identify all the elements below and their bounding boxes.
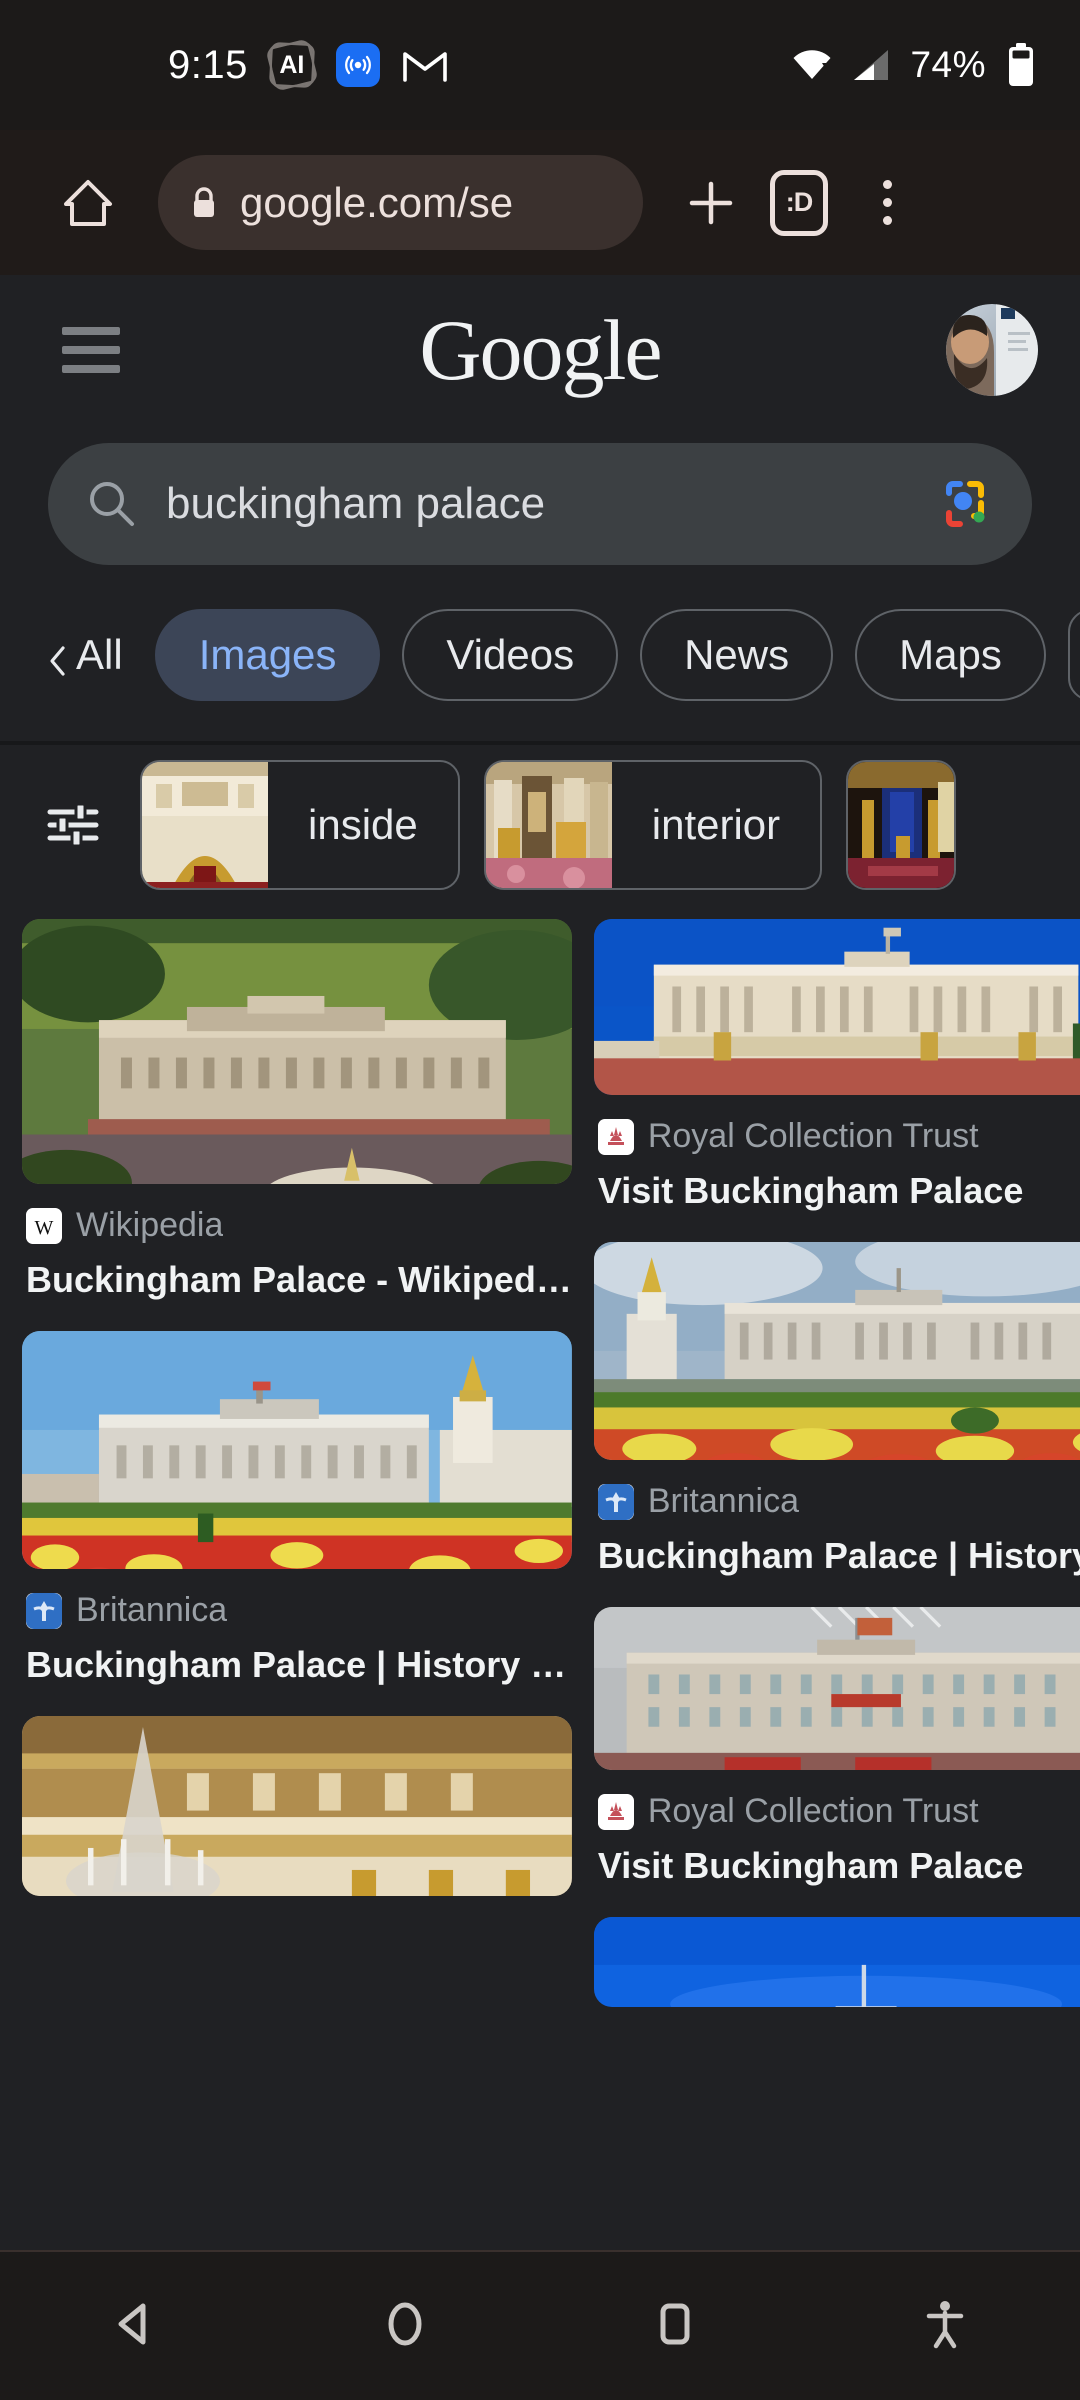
- image-results-grid: W Wikipedia Buckingham Palace - Wikiped…: [0, 919, 1080, 2007]
- result-source: Britannica: [76, 1591, 228, 1629]
- google-logo: Google: [419, 302, 662, 398]
- gmail-icon: [402, 46, 448, 84]
- result-source-row: Britannica: [594, 1482, 1080, 1521]
- tab-images[interactable]: Images: [154, 609, 381, 701]
- chip-thumbnail: [142, 762, 268, 888]
- search-box[interactable]: [48, 443, 1032, 565]
- tab-count: :D: [770, 169, 828, 236]
- britannica-favicon: [26, 1592, 62, 1629]
- search-icon: [86, 478, 138, 530]
- result-source: Royal Collection Trust: [647, 1117, 979, 1155]
- royal-collection-trust-favicon: [597, 1793, 634, 1830]
- avatar[interactable]: [946, 304, 1038, 396]
- image-result-card[interactable]: W Wikipedia Buckingham Palace - Wikiped…: [22, 919, 572, 1301]
- three-dot-icon: [882, 180, 892, 225]
- nav-back-button[interactable]: [0, 2252, 270, 2400]
- nav-home-button[interactable]: [270, 2252, 540, 2400]
- filter-chip-interior[interactable]: interior: [483, 760, 823, 890]
- result-thumbnail[interactable]: [593, 1242, 1080, 1460]
- image-result-card[interactable]: Royal Collection Trust Visit Buckingham …: [593, 1607, 1080, 1887]
- status-bar: 9:15 AI 74%: [0, 0, 1080, 130]
- search-input[interactable]: [166, 479, 908, 529]
- filter-chip-inside[interactable]: inside: [140, 760, 460, 890]
- chevron-left-icon: [48, 639, 66, 676]
- chip-label: interior: [651, 801, 781, 848]
- result-source: Britannica: [647, 1482, 800, 1520]
- result-source-row: Royal Collection Trust: [594, 1117, 1080, 1156]
- filter-chip-row: inside interior: [0, 745, 1080, 905]
- britannica-favicon: [597, 1483, 634, 1520]
- tab-news[interactable]: News: [640, 609, 834, 701]
- chip-label: inside: [308, 801, 418, 848]
- results-column-left: W Wikipedia Buckingham Palace - Wikiped…: [22, 919, 572, 2007]
- battery-percent: 74%: [910, 44, 986, 85]
- nav-accessibility-button[interactable]: [810, 2252, 1080, 2400]
- result-thumbnail[interactable]: [22, 919, 572, 1184]
- tune-filter-icon[interactable]: [40, 792, 106, 858]
- overflow-menu-button[interactable]: [843, 159, 931, 247]
- result-source: Royal Collection Trust: [647, 1792, 979, 1830]
- url-bar[interactable]: google.com/se: [158, 155, 643, 250]
- chip-thumbnail: [485, 762, 612, 888]
- result-source-row: W Wikipedia: [22, 1206, 572, 1245]
- tab-videos[interactable]: Videos: [402, 609, 619, 701]
- result-thumbnail[interactable]: [22, 1331, 572, 1569]
- cast-active-icon: [335, 43, 380, 87]
- result-title: Buckingham Palace - Wikiped…: [26, 1259, 572, 1300]
- tab-switcher-button[interactable]: :D: [755, 159, 843, 247]
- result-source: Wikipedia: [76, 1206, 224, 1244]
- google-header: Google: [0, 275, 1080, 425]
- clock: 9:15: [168, 42, 248, 87]
- wifi-icon: [792, 49, 832, 81]
- tab-maps[interactable]: Maps: [855, 609, 1046, 701]
- tab-all[interactable]: All: [48, 631, 133, 679]
- new-tab-button[interactable]: [667, 159, 755, 247]
- result-title: Buckingham Palace | History …: [597, 1535, 1080, 1576]
- status-bar-left: 9:15 AI: [168, 0, 448, 130]
- result-source-row: Britannica: [22, 1591, 572, 1630]
- result-title: Visit Buckingham Palace: [597, 1845, 1024, 1886]
- url-text: google.com/se: [240, 178, 514, 226]
- svg-text:W: W: [35, 1217, 54, 1239]
- lock-icon: [190, 186, 218, 220]
- royal-collection-trust-favicon: [597, 1118, 634, 1155]
- search-vertical-tabs: All Images Videos News Maps: [0, 595, 1080, 715]
- home-button[interactable]: [48, 163, 128, 243]
- result-title: Buckingham Palace | History …: [26, 1644, 567, 1685]
- tab-all-label: All: [76, 631, 123, 678]
- result-thumbnail[interactable]: [593, 1607, 1080, 1770]
- result-title: Visit Buckingham Palace: [597, 1170, 1024, 1211]
- accessibility-icon: [923, 2298, 967, 2355]
- chip-thumbnail: [848, 762, 955, 888]
- ai-icon-label: AI: [279, 50, 305, 79]
- tab-overflow-partial[interactable]: [1067, 609, 1080, 701]
- android-nav-bar: [0, 2250, 1080, 2400]
- filter-chip-partial[interactable]: [846, 760, 957, 890]
- phone-screen: 9:15 AI 74% google.com/se:D Google buck…: [0, 0, 1080, 2400]
- image-result-card[interactable]: [593, 1917, 1080, 2007]
- result-thumbnail[interactable]: [593, 1917, 1080, 2007]
- ai-assistant-icon: AI: [265, 38, 319, 92]
- cellular-signal-icon: [852, 49, 890, 81]
- back-triangle-icon: [109, 2298, 161, 2355]
- wikipedia-favicon: W: [26, 1207, 62, 1244]
- battery-icon: [1006, 43, 1036, 87]
- home-circle-icon: [379, 2298, 431, 2355]
- image-result-card[interactable]: [22, 1716, 572, 1896]
- google-lens-icon[interactable]: [936, 475, 994, 533]
- result-source-row: Royal Collection Trust: [594, 1792, 1080, 1831]
- browser-toolbar: google.com/se :D: [0, 130, 1080, 275]
- status-bar-right: 74%: [792, 0, 1036, 130]
- results-column-right: Royal Collection Trust Visit Buckingham …: [593, 919, 1080, 2007]
- search-area: [0, 443, 1080, 565]
- image-result-card[interactable]: Britannica Buckingham Palace | History …: [22, 1331, 572, 1686]
- nav-recents-button[interactable]: [540, 2252, 810, 2400]
- result-thumbnail[interactable]: [22, 1716, 572, 1896]
- recents-square-icon: [649, 2298, 701, 2355]
- image-result-card[interactable]: Britannica Buckingham Palace | History …: [593, 1242, 1080, 1577]
- result-thumbnail[interactable]: [593, 919, 1080, 1095]
- image-result-card[interactable]: Royal Collection Trust Visit Buckingham …: [593, 919, 1080, 1212]
